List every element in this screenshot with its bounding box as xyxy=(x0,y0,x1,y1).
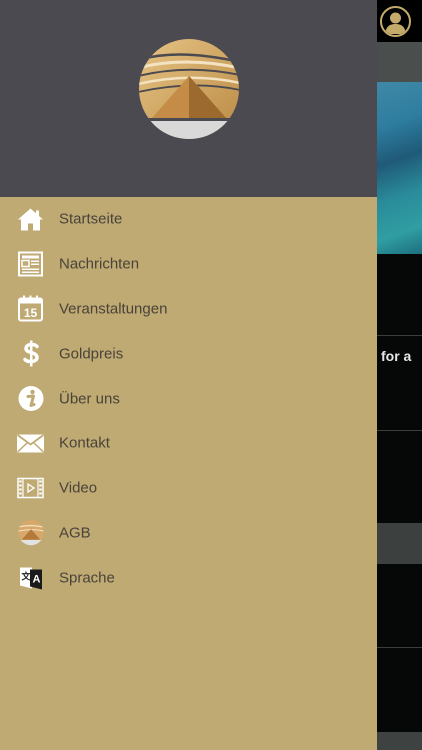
background-article-title[interactable]: for a xyxy=(381,348,411,364)
background-hero-image[interactable] xyxy=(377,82,422,254)
newspaper-icon xyxy=(17,251,44,278)
calendar-day: 15 xyxy=(24,306,38,320)
menu-label: Goldpreis xyxy=(59,345,124,363)
navigation-drawer: Startseite Nachrichten 15 Veranstaltunge… xyxy=(0,0,377,750)
menu-item-sprache[interactable]: 文 A Sprache xyxy=(0,555,377,600)
background-section-band xyxy=(377,523,422,564)
menu-item-startseite[interactable]: Startseite xyxy=(0,197,377,242)
menu-item-kontakt[interactable]: Kontakt xyxy=(0,421,377,466)
calendar-icon: 15 xyxy=(17,295,44,322)
translate-icon: 文 A xyxy=(17,564,44,591)
menu-item-ueber-uns[interactable]: Über uns xyxy=(0,376,377,421)
svg-text:A: A xyxy=(32,574,40,586)
dollar-icon xyxy=(17,340,44,367)
menu-item-agb[interactable]: AGB xyxy=(0,511,377,556)
home-icon xyxy=(17,206,44,233)
app-screen: for a Startseite Nachrichten 15 Veransta… xyxy=(0,0,422,750)
menu-label: Kontakt xyxy=(59,434,110,452)
menu-label: Sprache xyxy=(59,569,115,587)
divider xyxy=(377,335,422,336)
divider xyxy=(377,647,422,648)
divider xyxy=(377,430,422,431)
menu-label: Veranstaltungen xyxy=(59,300,168,318)
background-sub-bar xyxy=(377,42,422,82)
menu-item-nachrichten[interactable]: Nachrichten xyxy=(0,242,377,287)
drawer-header xyxy=(0,0,377,197)
menu-item-veranstaltungen[interactable]: 15 Veranstaltungen xyxy=(0,287,377,332)
film-icon xyxy=(17,475,44,502)
menu-label: Startseite xyxy=(59,210,123,228)
menu-item-goldpreis[interactable]: Goldpreis xyxy=(0,331,377,376)
pyramid-logo-icon xyxy=(138,38,240,140)
logo-small-icon xyxy=(17,519,44,546)
menu-label: AGB xyxy=(59,524,91,542)
drawer-menu: Startseite Nachrichten 15 Veranstaltunge… xyxy=(0,197,377,600)
menu-label: Video xyxy=(59,479,98,497)
menu-label: Nachrichten xyxy=(59,255,140,273)
mail-icon xyxy=(17,430,44,457)
menu-item-video[interactable]: Video xyxy=(0,466,377,511)
profile-avatar-icon[interactable] xyxy=(380,6,411,37)
background-bottom-bar xyxy=(377,732,422,750)
menu-label: Über uns xyxy=(59,390,120,408)
info-icon xyxy=(17,385,44,412)
svg-text:文: 文 xyxy=(20,571,31,583)
